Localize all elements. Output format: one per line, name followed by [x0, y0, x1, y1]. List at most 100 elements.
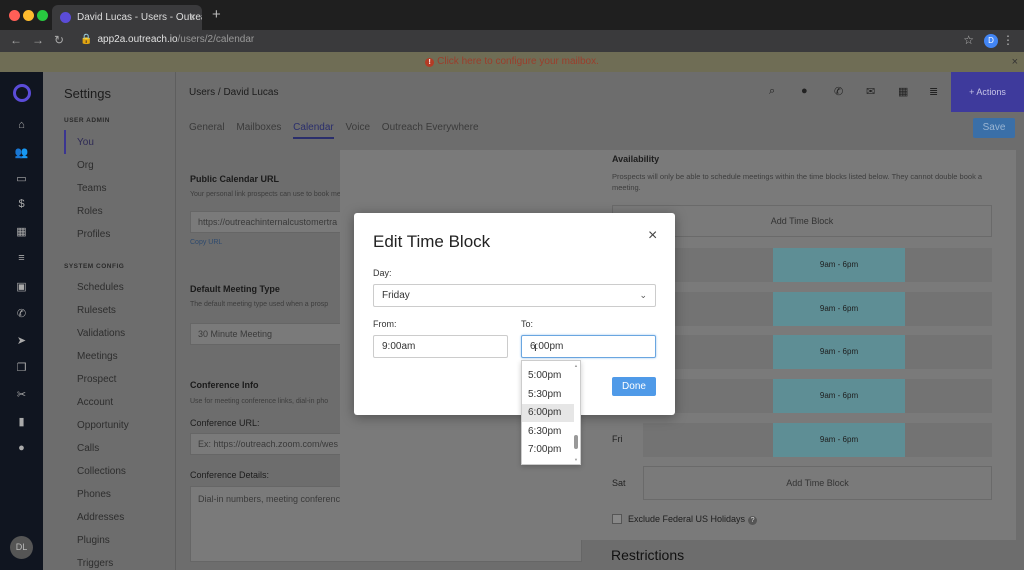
browser-menu-icon[interactable]: ⋮ — [1002, 33, 1014, 47]
phone-icon[interactable]: ✆ — [834, 85, 843, 98]
phone-icon[interactable]: ✆ — [0, 307, 43, 320]
time-block[interactable]: 9am - 6pm — [773, 248, 905, 282]
sidebar-item-triggers[interactable]: Triggers — [77, 558, 113, 569]
bookmark-star-icon[interactable]: ☆ — [963, 33, 974, 47]
sidebar-item-schedules[interactable]: Schedules — [77, 282, 124, 293]
to-time-input[interactable]: 6:00pm — [521, 335, 656, 358]
window-minimize-dot[interactable] — [23, 10, 34, 21]
banner-close-icon[interactable]: × — [1012, 52, 1018, 72]
sidebar-item-account[interactable]: Account — [77, 397, 113, 408]
address-bar: ← → ↻ 🔒 app2a.outreach.io/users/2/calenda… — [0, 30, 1024, 52]
tab-close-icon[interactable]: × — [189, 10, 196, 24]
meeting-type-desc: The default meeting type used when a pro… — [190, 301, 329, 308]
time-block-row: 9am - 6pm — [643, 379, 992, 413]
modal-close-icon[interactable]: × — [648, 227, 657, 245]
from-time-input[interactable]: 9:00am — [373, 335, 508, 358]
calendar-icon[interactable]: ▦ — [898, 85, 908, 98]
settings-sidebar: Settings USER ADMIN You Org Teams Roles … — [43, 72, 176, 570]
tab-voice[interactable]: Voice — [346, 122, 370, 133]
time-block[interactable]: 9am - 6pm — [773, 335, 905, 369]
calendar-icon[interactable]: ▦ — [0, 225, 43, 238]
to-label: To: — [521, 319, 534, 329]
time-block-fri[interactable]: 9am - 6pm — [773, 423, 905, 457]
chevron-down-icon: ⌄ — [639, 290, 647, 300]
actions-button[interactable]: + Actions — [951, 72, 1024, 112]
tab-general[interactable]: General — [189, 122, 225, 133]
exclude-holidays-checkbox[interactable] — [612, 514, 622, 524]
sidebar-item-phones[interactable]: Phones — [77, 489, 111, 500]
sidebar-item-opportunity[interactable]: Opportunity — [77, 420, 129, 431]
profile-avatar[interactable]: D — [984, 34, 998, 48]
sidebar-item-org[interactable]: Org — [77, 160, 94, 171]
modal-title: Edit Time Block — [373, 232, 491, 251]
dropdown-option-530pm[interactable]: 5:30pm — [522, 386, 574, 404]
sidebar-item-validations[interactable]: Validations — [77, 328, 125, 339]
back-arrow-icon[interactable]: ← — [10, 33, 22, 47]
dropdown-option-630pm[interactable]: 6:30pm — [522, 423, 574, 441]
tab-mailboxes[interactable]: Mailboxes — [236, 122, 281, 133]
outreach-logo-icon[interactable] — [13, 84, 31, 102]
send-icon[interactable]: ➤ — [0, 334, 43, 347]
dropdown-option-700pm[interactable]: 7:00pm — [522, 441, 574, 459]
new-tab-button[interactable]: + — [212, 6, 221, 23]
mailbox-banner[interactable]: ! Click here to configure your mailbox. × — [0, 52, 1024, 72]
scrollbar-thumb[interactable] — [574, 435, 578, 449]
reports-icon[interactable]: ▮ — [0, 415, 43, 428]
copy-icon[interactable]: ❐ — [0, 361, 43, 374]
user-icon[interactable]: ● — [0, 442, 43, 454]
url-path: /users/2/calendar — [177, 34, 255, 45]
help-icon[interactable]: ● — [801, 85, 808, 97]
briefcase-icon[interactable]: ▭ — [0, 172, 43, 185]
url-field[interactable]: 🔒 app2a.outreach.io/users/2/calendar — [80, 34, 254, 45]
sidebar-item-profiles[interactable]: Profiles — [77, 229, 110, 240]
sidebar-item-plugins[interactable]: Plugins — [77, 535, 110, 546]
done-button[interactable]: Done — [612, 377, 656, 396]
sidebar-item-calls[interactable]: Calls — [77, 443, 99, 454]
sidebar-item-roles[interactable]: Roles — [77, 206, 103, 217]
home-icon[interactable]: ⌂ — [0, 119, 43, 131]
scissors-icon[interactable]: ✂ — [0, 388, 43, 401]
time-dropdown[interactable]: 5:00pm 5:30pm 6:00pm 6:30pm 7:00pm ▲ ▼ — [521, 360, 581, 465]
dropdown-option-600pm[interactable]: 6:00pm — [522, 404, 574, 422]
window-maximize-dot[interactable] — [37, 10, 48, 21]
day-label-sat: Sat — [612, 478, 626, 488]
sidebar-item-teams[interactable]: Teams — [77, 183, 106, 194]
forward-arrow-icon[interactable]: → — [32, 33, 44, 47]
add-time-block-sat[interactable]: Add Time Block — [643, 466, 992, 500]
sidebar-item-you[interactable]: You — [77, 137, 94, 148]
dropdown-option-500pm[interactable]: 5:00pm — [522, 367, 574, 385]
save-button[interactable]: Save — [973, 118, 1015, 138]
copy-url-link[interactable]: Copy URL — [190, 239, 222, 246]
inbox-icon[interactable]: ▣ — [0, 280, 43, 293]
from-label: From: — [373, 319, 397, 329]
url-host: app2a.outreach.io — [97, 34, 178, 45]
time-block[interactable]: 9am - 6pm — [773, 292, 905, 326]
sidebar-item-meetings[interactable]: Meetings — [77, 351, 118, 362]
restrictions-title: Restrictions — [611, 547, 685, 563]
user-avatar[interactable]: DL — [10, 536, 33, 559]
sidebar-item-rulesets[interactable]: Rulesets — [77, 305, 116, 316]
window-close-dot[interactable] — [9, 10, 20, 21]
reload-icon[interactable]: ↻ — [54, 33, 64, 47]
time-block[interactable]: 9am - 6pm — [773, 379, 905, 413]
help-circle-icon[interactable]: ? — [748, 516, 758, 525]
search-icon[interactable]: ⌕ — [769, 85, 775, 98]
browser-tab[interactable]: David Lucas - Users - Outreach × — [52, 5, 202, 30]
active-item-indicator — [64, 130, 66, 154]
day-select[interactable]: Friday ⌄ — [373, 284, 656, 307]
sidebar-item-prospect[interactable]: Prospect — [77, 374, 116, 385]
dollar-icon[interactable]: $ — [0, 198, 43, 210]
sidebar-item-addresses[interactable]: Addresses — [77, 512, 124, 523]
breadcrumb: Users / David Lucas — [189, 87, 279, 98]
tab-outreach-everywhere[interactable]: Outreach Everywhere — [382, 122, 479, 133]
scroll-up-icon[interactable]: ▲ — [573, 363, 579, 368]
dropdown-scrollbar[interactable]: ▲ ▼ — [573, 363, 579, 463]
tasks-icon[interactable]: ≣ — [929, 85, 938, 98]
sequences-icon[interactable]: ≡ — [0, 252, 43, 264]
people-icon[interactable]: 👥 — [0, 146, 43, 159]
tab-calendar[interactable]: Calendar — [293, 122, 334, 139]
banner-text[interactable]: Click here to configure your mailbox. — [437, 56, 599, 67]
mail-icon[interactable]: ✉ — [866, 85, 875, 98]
sidebar-item-collections[interactable]: Collections — [77, 466, 126, 477]
scroll-down-icon[interactable]: ▼ — [573, 457, 579, 462]
